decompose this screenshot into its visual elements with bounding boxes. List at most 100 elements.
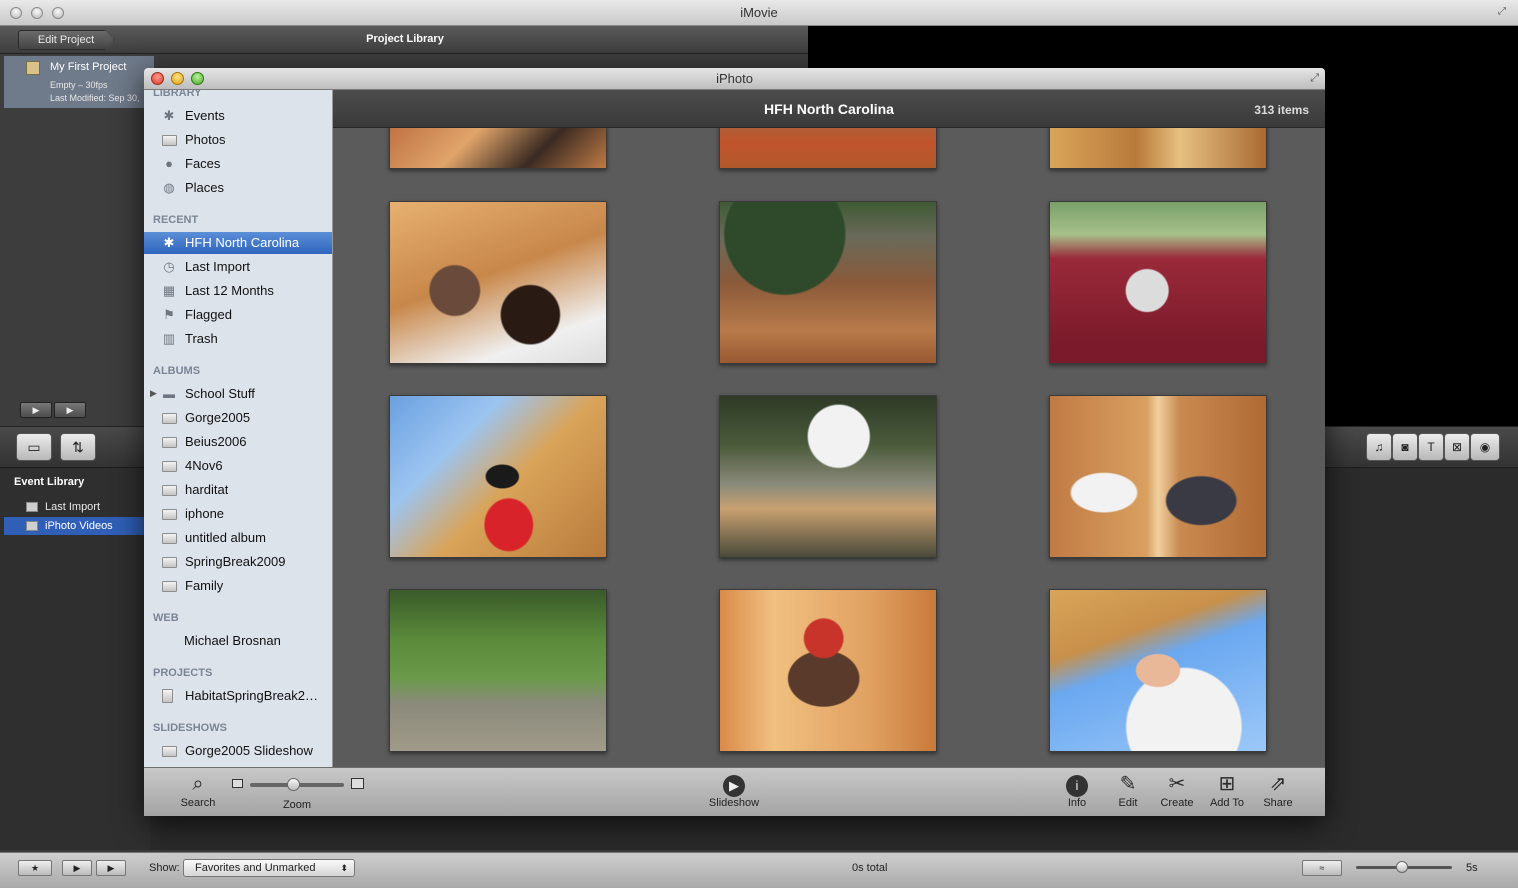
- item-count: 313 items: [1254, 103, 1309, 117]
- share-button[interactable]: ⇗ Share: [1257, 771, 1299, 809]
- source-list: LIBRARY ✱ Events Photos ● Faces ◍ Places…: [144, 90, 333, 767]
- imovie-window-title: iMovie: [740, 5, 778, 20]
- photo-thumbnail[interactable]: [1049, 201, 1267, 364]
- photo-thumbnail[interactable]: [389, 395, 607, 558]
- iphoto-titlebar[interactable]: iPhoto ⤢: [144, 68, 1325, 90]
- sidebar-item-album[interactable]: Beius2006: [144, 431, 332, 453]
- sidebar-item-hfh-north-carolina[interactable]: ✱ HFH North Carolina: [144, 232, 332, 254]
- slideshow-label: Slideshow: [708, 797, 760, 809]
- play-fullscreen-button[interactable]: ▶: [62, 860, 92, 876]
- event-item-last-import[interactable]: Last Import: [4, 498, 150, 516]
- photo-thumbnail[interactable]: [389, 201, 607, 364]
- zoom-slider-knob[interactable]: [287, 778, 300, 791]
- event-icon: [26, 521, 38, 531]
- sidebar-item-album[interactable]: Family: [144, 575, 332, 597]
- play-button[interactable]: ▶: [96, 860, 126, 876]
- sidebar-item-last-12-months[interactable]: ▦ Last 12 Months: [144, 280, 332, 302]
- sidebar-item-album[interactable]: SpringBreak2009: [144, 551, 332, 573]
- sidebar-item-events[interactable]: ✱ Events: [144, 105, 332, 127]
- photo-thumbnail[interactable]: [719, 201, 937, 364]
- zoom-out-icon[interactable]: [232, 779, 243, 788]
- zoom-in-icon[interactable]: [351, 778, 364, 789]
- sidebar-item-trash[interactable]: ▥ Trash: [144, 328, 332, 350]
- camera-icon[interactable]: ◙: [1392, 433, 1418, 461]
- music-icon[interactable]: ♫: [1366, 433, 1392, 461]
- sidebar-item-last-import[interactable]: ◷ Last Import: [144, 256, 332, 278]
- photo-thumbnail[interactable]: [389, 589, 607, 752]
- edit-project-button[interactable]: Edit Project: [18, 30, 114, 50]
- sidebar-item-slideshow[interactable]: Gorge2005 Slideshow: [144, 740, 332, 762]
- photo-grid[interactable]: [333, 128, 1325, 767]
- sidebar-item-label: 4Nov6: [185, 458, 223, 473]
- sidebar-item-label: HFH North Carolina: [185, 235, 300, 250]
- sidebar-item-label: Family: [185, 578, 224, 593]
- section-web: WEB: [153, 612, 179, 624]
- album-title: HFH North Carolina: [764, 101, 894, 117]
- globe-icon[interactable]: ◉: [1470, 433, 1500, 461]
- project-row[interactable]: My First Project Empty – 30fps Last Modi…: [4, 56, 154, 108]
- transition-icon[interactable]: ⊠: [1444, 433, 1470, 461]
- slideshow-button[interactable]: ▶ Slideshow: [700, 771, 768, 809]
- info-icon: i: [1066, 775, 1088, 797]
- project-info: Empty – 30fps: [50, 80, 108, 90]
- duration-slider[interactable]: [1350, 860, 1458, 876]
- photo-thumbnail[interactable]: [719, 128, 937, 169]
- sidebar-item-photos[interactable]: Photos: [144, 129, 332, 151]
- share-label: Share: [1263, 797, 1293, 809]
- show-filter-select[interactable]: Favorites and Unmarked ⬍: [183, 859, 355, 877]
- album-icon: [162, 533, 177, 544]
- info-label: Info: [1067, 797, 1087, 809]
- sidebar-item-album[interactable]: untitled album: [144, 527, 332, 549]
- play-button[interactable]: ▶: [54, 402, 86, 418]
- photo-thumbnail[interactable]: [1049, 128, 1267, 169]
- book-icon: [162, 689, 173, 703]
- fullscreen-icon[interactable]: ⤢: [1310, 72, 1319, 85]
- sidebar-item-album[interactable]: harditat: [144, 479, 332, 501]
- sidebar-item-album[interactable]: 4Nov6: [144, 455, 332, 477]
- title-icon[interactable]: T: [1418, 433, 1444, 461]
- sidebar-item-label: Beius2006: [185, 434, 247, 449]
- sidebar-item-album[interactable]: Gorge2005: [144, 407, 332, 429]
- edit-button[interactable]: ✎ Edit: [1108, 771, 1148, 809]
- search-button[interactable]: ⌕ Search: [174, 771, 222, 809]
- fullscreen-icon[interactable]: ⤢: [1498, 6, 1510, 18]
- section-slideshows: SLIDESHOWS: [153, 722, 227, 734]
- sidebar-item-faces[interactable]: ● Faces: [144, 153, 332, 175]
- total-duration: 0s total: [852, 862, 888, 874]
- photo-thumbnail[interactable]: [389, 128, 607, 169]
- create-button[interactable]: ✂ Create: [1155, 771, 1199, 809]
- sidebar-item-web-gallery[interactable]: Michael Brosnan: [144, 630, 332, 652]
- photo-thumbnail[interactable]: [719, 395, 937, 558]
- sidebar-item-places[interactable]: ◍ Places: [144, 177, 332, 199]
- sidebar-item-project[interactable]: HabitatSpringBreak2…: [144, 685, 332, 707]
- star-icon[interactable]: ★: [18, 860, 52, 876]
- project-name: My First Project: [50, 61, 127, 73]
- swap-icon[interactable]: ⇅: [60, 433, 96, 461]
- photo-thumbnail[interactable]: [1049, 589, 1267, 752]
- sidebar-item-label: iphone: [185, 506, 225, 521]
- add-to-button[interactable]: ⊞ Add To: [1205, 771, 1249, 809]
- sidebar-item-label: untitled album: [185, 530, 266, 545]
- person-icon: ●: [165, 156, 173, 171]
- photo-thumbnail[interactable]: [1049, 395, 1267, 558]
- sidebar-item-school-stuff[interactable]: ▶ ▬ School Stuff: [144, 383, 332, 405]
- sidebar-item-album[interactable]: iphone: [144, 503, 332, 525]
- photo-thumbnail[interactable]: [719, 589, 937, 752]
- project-modified: Last Modified: Sep 30,: [50, 93, 140, 103]
- sidebar-item-label: Gorge2005 Slideshow: [185, 743, 313, 758]
- edit-label: Edit: [1118, 797, 1138, 809]
- disclosure-triangle-icon[interactable]: ▶: [150, 388, 157, 399]
- album-icon: [162, 581, 177, 592]
- play-fullscreen-button[interactable]: ▶: [20, 402, 52, 418]
- event-item-iphoto-videos[interactable]: iPhoto Videos: [4, 517, 150, 535]
- sidebar-item-label: Flagged: [185, 307, 232, 322]
- album-icon: [162, 485, 177, 496]
- event-library-pane: Event Library Last Import iPhoto Videos: [0, 468, 150, 850]
- imovie-titlebar[interactable]: iMovie ⤢: [0, 0, 1518, 26]
- sidebar-item-flagged[interactable]: ⚑ Flagged: [144, 304, 332, 326]
- info-button[interactable]: i Info: [1057, 771, 1097, 809]
- select-arrows-icon: ⬍: [340, 863, 348, 873]
- waveform-icon[interactable]: ≈: [1302, 860, 1342, 876]
- camera-import-icon[interactable]: ▭: [16, 433, 52, 461]
- sidebar-item-label: Last 12 Months: [185, 283, 274, 298]
